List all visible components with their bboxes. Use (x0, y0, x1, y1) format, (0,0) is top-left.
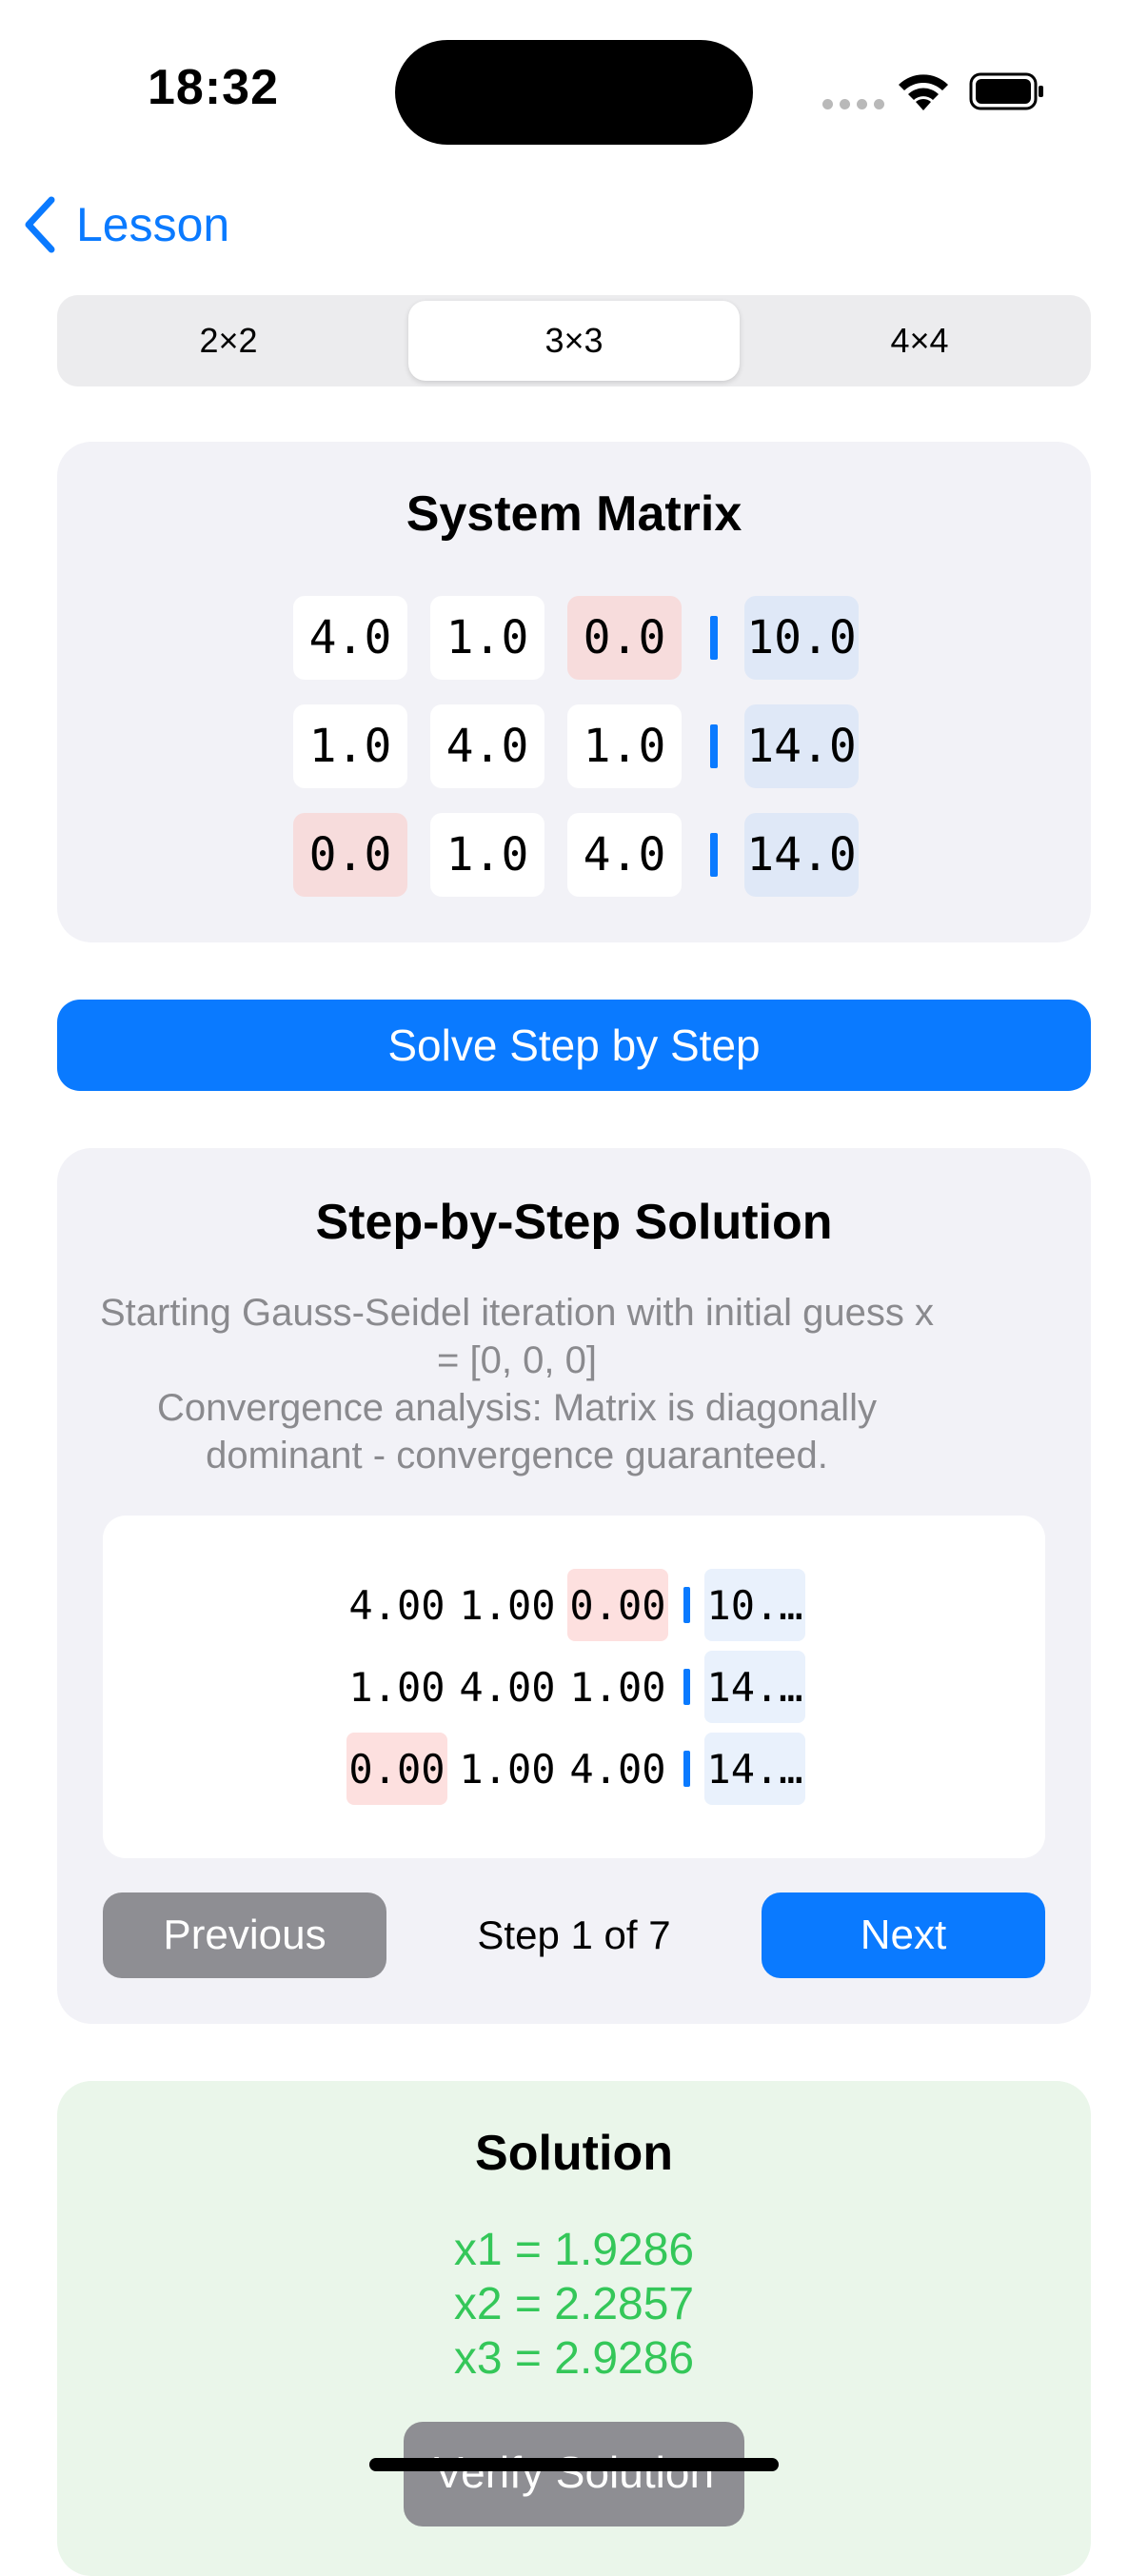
matrix-cell[interactable]: 4.0 (430, 704, 544, 788)
step-matrix-cell: 1.00 (569, 1663, 666, 1711)
step-rhs-cell: 10.… (704, 1569, 805, 1641)
rhs-cell[interactable]: 14.0 (744, 704, 859, 788)
explanation-line: Starting Gauss-Seidel iteration with ini… (100, 1292, 934, 1334)
system-matrix-card: System Matrix 4.0 1.0 0.0 10.0 1.0 4.0 1… (57, 442, 1091, 942)
step-matrix-cell: 4.00 (569, 1745, 666, 1793)
explanation-line: dominant - convergence guaranteed. (206, 1435, 828, 1476)
segment-4x4[interactable]: 4×4 (754, 301, 1085, 381)
rhs-cell[interactable]: 10.0 (744, 596, 859, 680)
matrix-size-picker: 2×2 3×3 4×4 (57, 295, 1091, 386)
augment-divider (683, 1751, 690, 1787)
step-matrix-panel: 4.00 1.00 0.00 10.… 1.00 4.00 1.00 14.… … (103, 1516, 1045, 1858)
wifi-icon (899, 74, 948, 110)
solution-value: x1 = 1.9286 (453, 2225, 695, 2275)
solution-value: x2 = 2.2857 (453, 2279, 695, 2329)
matrix-cell[interactable]: 1.0 (430, 596, 544, 680)
step-by-step-title: Step-by-Step Solution (315, 1195, 833, 1250)
chevron-left-icon (25, 196, 55, 253)
dynamic-island (395, 40, 753, 145)
step-matrix-cell: 0.00 (346, 1733, 447, 1805)
step-matrix-cell: 0.00 (567, 1569, 668, 1641)
matrix-cell[interactable]: 1.0 (430, 813, 544, 897)
back-button-label: Lesson (76, 198, 230, 251)
system-matrix-title: System Matrix (406, 486, 742, 542)
solution-value: x3 = 2.9286 (453, 2333, 695, 2384)
augment-divider (710, 616, 718, 660)
matrix-cell[interactable]: 4.0 (567, 813, 682, 897)
matrix-cell[interactable]: 1.0 (293, 704, 407, 788)
augment-divider (710, 833, 718, 877)
augment-divider (683, 1669, 690, 1705)
status-time: 18:32 (148, 60, 279, 115)
matrix-cell[interactable]: 1.0 (567, 704, 682, 788)
matrix-cell[interactable]: 4.0 (293, 596, 407, 680)
step-explanation: Starting Gauss-Seidel iteration with ini… (76, 1289, 958, 1479)
segment-2x2[interactable]: 2×2 (63, 301, 394, 381)
step-rhs-cell: 14.… (704, 1651, 805, 1723)
step-matrix-cell: 1.00 (459, 1745, 556, 1793)
battery-icon (969, 72, 1043, 110)
augment-divider (710, 724, 718, 768)
next-step-button[interactable]: Next (762, 1892, 1045, 1978)
matrix-cell[interactable]: 0.0 (293, 813, 407, 897)
step-matrix-cell: 1.00 (459, 1581, 556, 1629)
previous-step-button[interactable]: Previous (103, 1892, 386, 1978)
solve-step-by-step-button[interactable]: Solve Step by Step (57, 1000, 1091, 1091)
solution-title: Solution (475, 2126, 673, 2181)
explanation-line: Convergence analysis: Matrix is diagonal… (157, 1387, 877, 1429)
augment-divider (683, 1587, 690, 1623)
step-indicator: Step 1 of 7 (477, 1912, 671, 1957)
cellular-signal-icon (822, 99, 884, 109)
step-matrix-cell: 4.00 (348, 1581, 445, 1629)
step-matrix-cell: 1.00 (348, 1663, 445, 1711)
home-indicator[interactable] (369, 2458, 779, 2471)
segment-3x3[interactable]: 3×3 (408, 301, 740, 381)
verify-solution-button[interactable]: Verify Solution (404, 2422, 744, 2526)
rhs-cell[interactable]: 14.0 (744, 813, 859, 897)
step-matrix-cell: 4.00 (459, 1663, 556, 1711)
back-button[interactable]: Lesson (21, 190, 229, 259)
explanation-line: = [0, 0, 0] (437, 1339, 597, 1381)
step-rhs-cell: 14.… (704, 1733, 805, 1805)
matrix-cell[interactable]: 0.0 (567, 596, 682, 680)
